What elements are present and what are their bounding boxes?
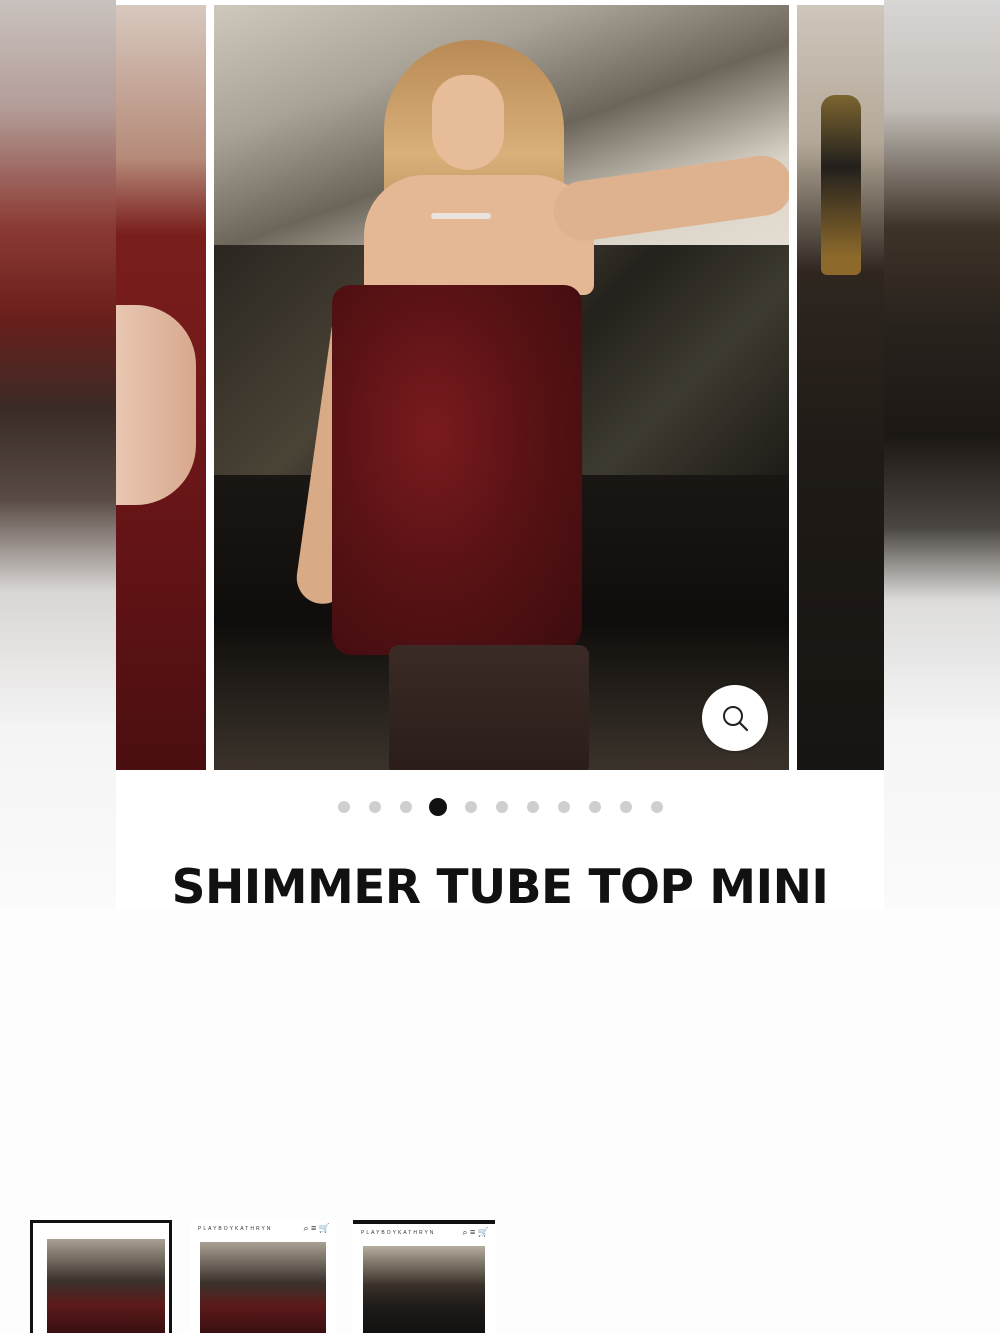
pagination-dot[interactable]: [557, 801, 570, 813]
pagination-dot[interactable]: [464, 801, 477, 813]
product-sheet: SHIMMER TUBE TOP MINI: [116, 0, 884, 910]
slide-image-vase: [821, 95, 861, 275]
model-face: [432, 75, 504, 170]
thumbnail-1[interactable]: [30, 1220, 172, 1333]
thumbnail-image: [363, 1246, 485, 1333]
zoom-button[interactable]: [702, 685, 768, 751]
thumbnail-3[interactable]: PLAYBOYKATHRYN ⌕ ≡ 🛒: [353, 1220, 495, 1333]
pagination-dot[interactable]: [588, 801, 601, 813]
carousel-slide-previous[interactable]: [116, 5, 206, 770]
thumbnail-brand: PLAYBOYKATHRYN: [361, 1230, 436, 1236]
carousel-slide-next[interactable]: [797, 5, 884, 770]
thumbnail-2[interactable]: PLAYBOYKATHRYN ⌕ ≡ 🛒: [190, 1220, 336, 1333]
thumbnail-header-icons: ⌕ ≡ 🛒: [462, 1227, 490, 1237]
product-preview: SHIMMER TUBE TOP MINI: [0, 0, 1000, 910]
pagination-dot[interactable]: [399, 801, 412, 813]
pagination-dot[interactable]: [650, 801, 663, 813]
thumbnail-image: [200, 1242, 326, 1333]
thumbnail-brand: PLAYBOYKATHRYN: [198, 1226, 273, 1232]
model-legs: [389, 645, 589, 770]
model-dress: [332, 285, 582, 655]
pagination-dot[interactable]: [619, 801, 632, 813]
slide-image-detail: [116, 305, 196, 505]
thumbnail-strip: PLAYBOYKATHRYN ⌕ ≡ 🛒 PLAYBOYKATHRYN ⌕ ≡ …: [0, 1220, 1000, 1333]
blurred-background-right: [884, 0, 1000, 910]
thumbnail-image: [47, 1239, 165, 1333]
carousel-pagination: [116, 796, 884, 818]
pagination-dot[interactable]: [368, 801, 381, 813]
image-carousel[interactable]: [116, 0, 884, 770]
magnifier-icon: [723, 706, 749, 732]
pagination-dot[interactable]: [495, 801, 508, 813]
thumbnail-header: PLAYBOYKATHRYN ⌕ ≡ 🛒: [190, 1220, 336, 1240]
pagination-dot[interactable]: [337, 801, 350, 813]
pagination-dot-active[interactable]: [429, 798, 447, 816]
pagination-dot[interactable]: [526, 801, 539, 813]
carousel-slide-current[interactable]: [214, 5, 789, 770]
thumbnail-header-icons: ⌕ ≡ 🛒: [303, 1223, 331, 1233]
product-title: SHIMMER TUBE TOP MINI: [171, 860, 829, 910]
blurred-background-left: [0, 0, 116, 910]
model-necklace: [431, 213, 491, 219]
thumbnail-header: PLAYBOYKATHRYN ⌕ ≡ 🛒: [353, 1224, 495, 1244]
